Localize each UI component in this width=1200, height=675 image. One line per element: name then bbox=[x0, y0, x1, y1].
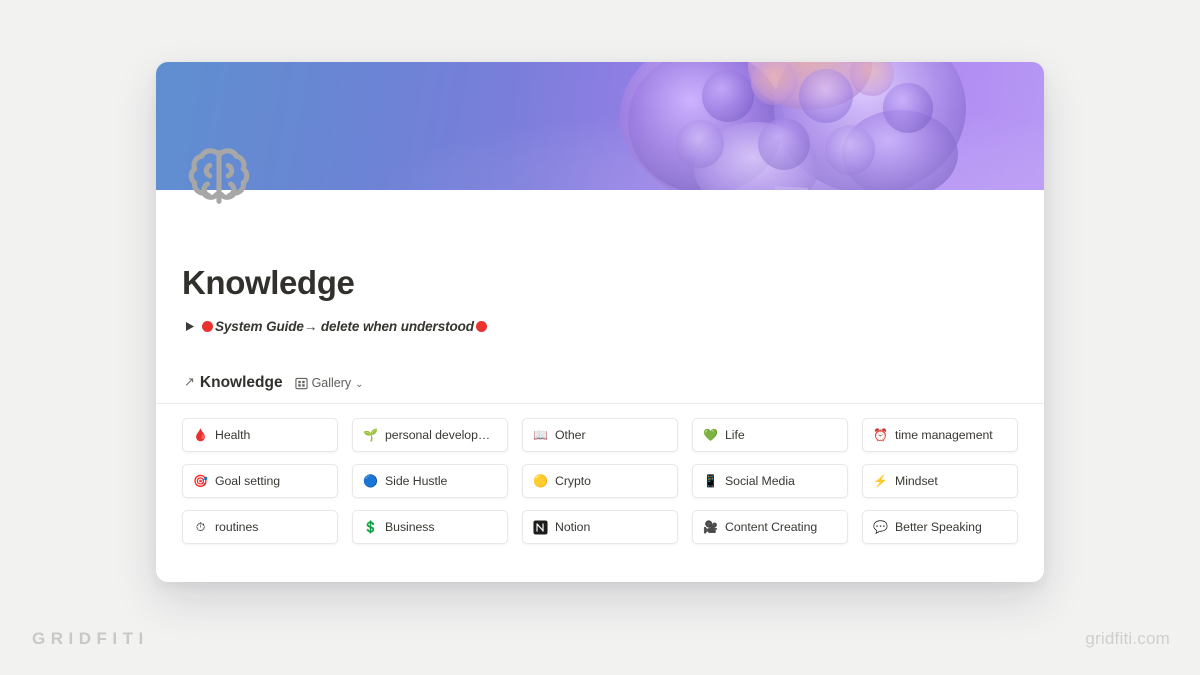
gallery-view-icon bbox=[294, 377, 308, 390]
gallery-card-label: Other bbox=[555, 428, 586, 442]
notion-page-window: Knowledge System Guide→ delete when unde… bbox=[156, 62, 1044, 582]
gallery-card[interactable]: 🌱 personal development bbox=[352, 418, 508, 452]
green-heart-emoji: 💚 bbox=[703, 428, 718, 442]
gallery-card[interactable]: ⏰ time management bbox=[862, 418, 1018, 452]
gridfiti-wordmark: GRIDFITI bbox=[32, 629, 149, 648]
gallery-card[interactable]: 💲 Business bbox=[352, 510, 508, 544]
dollar-sign-emoji: 💲 bbox=[363, 520, 378, 534]
toggle-label: System Guide→ delete when understood bbox=[202, 319, 487, 334]
toggle-block[interactable]: System Guide→ delete when understood bbox=[182, 316, 1018, 336]
page-body: Knowledge System Guide→ delete when unde… bbox=[156, 148, 1044, 544]
cover-haze bbox=[156, 62, 1044, 190]
gridfiti-url: gridfiti.com bbox=[1085, 629, 1170, 648]
gallery-card[interactable]: 🩸 Health bbox=[182, 418, 338, 452]
speech-balloon-emoji: 💬 bbox=[873, 520, 888, 534]
gallery-card[interactable]: Notion bbox=[522, 510, 678, 544]
yellow-circle-emoji: 🟡 bbox=[533, 474, 548, 488]
gallery-card-label: personal development bbox=[385, 428, 497, 442]
database-title: Knowledge bbox=[199, 374, 283, 391]
view-selector[interactable]: Gallery ⌄ bbox=[294, 376, 364, 390]
gallery-card[interactable]: 💚 Life bbox=[692, 418, 848, 452]
stopwatch-emoji: ⏱ bbox=[195, 520, 206, 534]
blue-circle-emoji: 🔵 bbox=[363, 474, 378, 488]
dart-target-emoji: 🎯 bbox=[193, 474, 208, 488]
gallery-card-label: routines bbox=[215, 520, 259, 534]
gallery-card[interactable]: 📖 Other bbox=[522, 418, 678, 452]
gallery-card[interactable]: ⏱ routines bbox=[182, 510, 338, 544]
alarm-clock-emoji: ⏰ bbox=[873, 428, 888, 442]
view-label: Gallery bbox=[311, 376, 352, 390]
notion-logo-icon bbox=[533, 519, 548, 535]
open-book-emoji: 📖 bbox=[533, 428, 548, 442]
gallery-card-label: Side Hustle bbox=[385, 474, 448, 488]
toggle-text: System Guide→ delete when understood bbox=[215, 318, 474, 334]
gallery-card[interactable]: 💬 Better Speaking bbox=[862, 510, 1018, 544]
database-divider bbox=[156, 403, 1044, 404]
high-voltage-emoji: ⚡ bbox=[873, 474, 888, 488]
red-circle-emoji bbox=[202, 320, 213, 332]
seedling-emoji: 🌱 bbox=[363, 428, 378, 442]
database-title-link[interactable]: ↗ Knowledge bbox=[184, 374, 283, 392]
gallery-card[interactable]: 📱 Social Media bbox=[692, 464, 848, 498]
red-circle-emoji-end bbox=[475, 320, 487, 332]
mobile-phone-emoji: 📱 bbox=[703, 474, 718, 488]
triangle-right-icon[interactable] bbox=[185, 321, 195, 332]
gallery-card-label: Content Creating bbox=[725, 520, 818, 534]
gallery-grid: 🩸 Health 🌱 personal development 📖 Other 💚 Life ⏰… bbox=[182, 418, 1018, 544]
chevron-down-icon[interactable]: ⌄ bbox=[355, 379, 363, 390]
gallery-card[interactable]: 🔵 Side Hustle bbox=[352, 464, 508, 498]
drop-of-blood-emoji: 🩸 bbox=[193, 428, 208, 442]
gallery-card-label: time management bbox=[895, 428, 993, 442]
gallery-card-label: Goal setting bbox=[215, 474, 281, 488]
page-title[interactable]: Knowledge bbox=[182, 264, 1018, 302]
gallery-card-label: Life bbox=[725, 428, 745, 442]
database-header: ↗ Knowledge Gallery ⌄ bbox=[182, 374, 1018, 392]
gallery-card[interactable]: ⚡ Mindset bbox=[862, 464, 1018, 498]
gallery-card-label: Social Media bbox=[725, 474, 795, 488]
gallery-card[interactable]: 🎯 Goal setting bbox=[182, 464, 338, 498]
gallery-card-label: Mindset bbox=[895, 474, 938, 488]
external-link-arrow-icon: ↗ bbox=[184, 374, 195, 389]
gallery-card-label: Crypto bbox=[555, 474, 591, 488]
gallery-card[interactable]: 🟡 Crypto bbox=[522, 464, 678, 498]
gallery-card-label: Health bbox=[215, 428, 251, 442]
video-camera-emoji: 🎥 bbox=[703, 520, 718, 534]
gallery-card[interactable]: 🎥 Content Creating bbox=[692, 510, 848, 544]
gallery-card-label: Business bbox=[385, 520, 435, 534]
brain-icon[interactable] bbox=[182, 140, 256, 214]
gallery-card-label: Better Speaking bbox=[895, 520, 982, 534]
gallery-card-label: Notion bbox=[555, 520, 591, 534]
page-cover-image[interactable] bbox=[156, 62, 1044, 190]
